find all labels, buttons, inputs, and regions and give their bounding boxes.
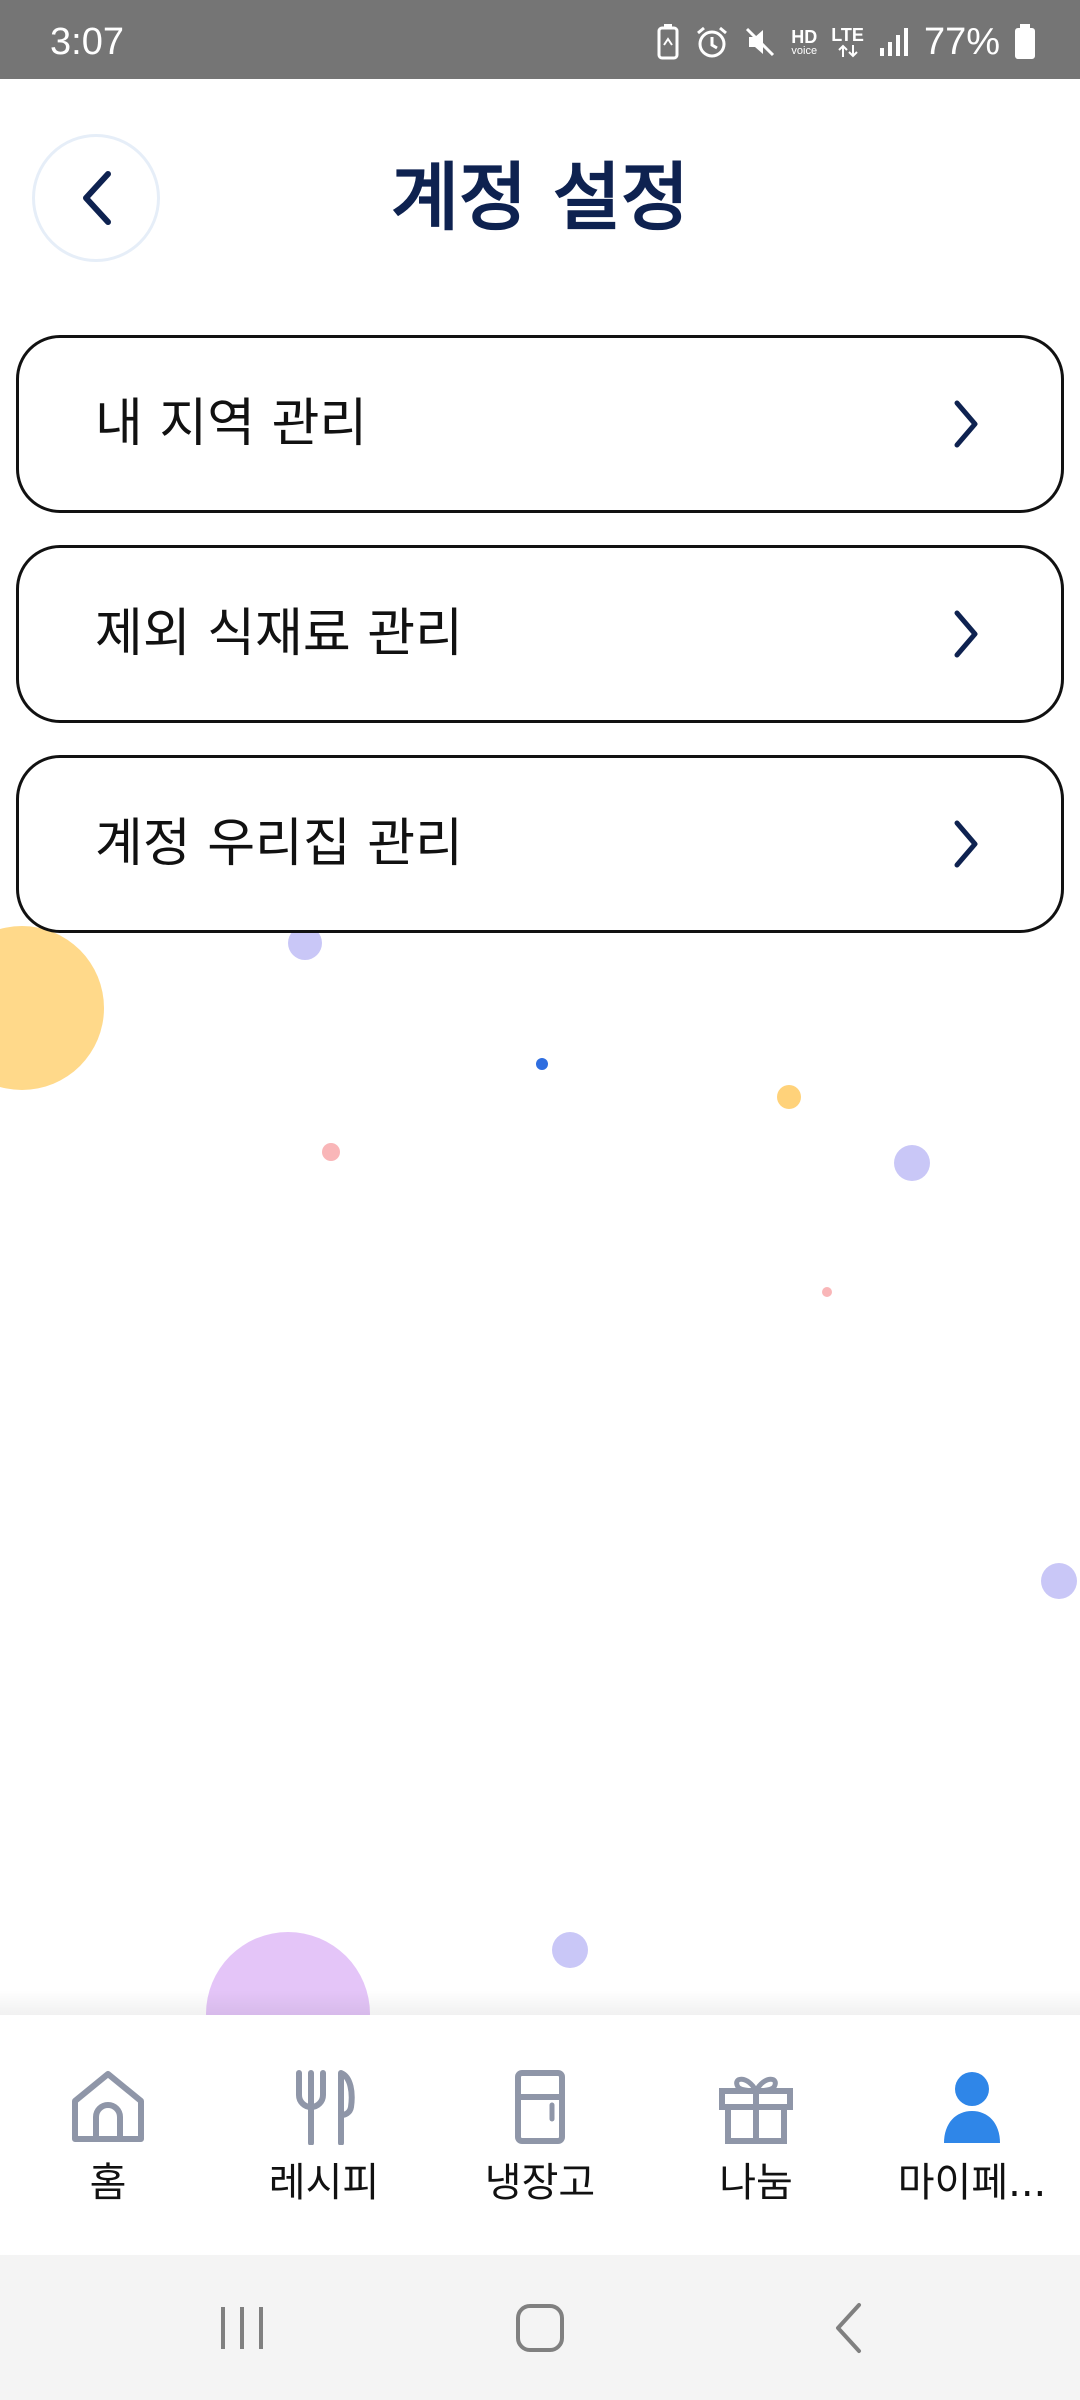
decorative-bubble	[0, 926, 104, 1090]
decorative-bubble	[552, 1932, 588, 1968]
menu-item-label: 계정 우리집 관리	[95, 814, 463, 874]
home-square-icon	[516, 2303, 564, 2352]
back-system-button[interactable]	[758, 2255, 938, 2400]
recent-apps-icon	[221, 2306, 263, 2349]
lte-indicator: LTE	[831, 26, 864, 58]
menu-item-excluded-ingredients[interactable]: 제외 식재료 관리	[16, 545, 1064, 723]
screen: 3:07 HD voice LTE 77% 계정 설정 내 지역 관리 제외 식…	[0, 0, 1080, 2400]
hd-sub-label: voice	[791, 44, 818, 57]
status-bar: 3:07 HD voice LTE 77%	[0, 0, 1080, 79]
fork-knife-icon	[291, 2063, 357, 2145]
decorative-bubble	[536, 1058, 548, 1070]
data-arrows-icon	[837, 44, 858, 58]
nav-label: 냉장고	[484, 2160, 596, 2206]
decorative-bubble	[822, 1287, 832, 1297]
menu-item-my-region[interactable]: 내 지역 관리	[16, 335, 1064, 513]
menu-item-label: 제외 식재료 관리	[95, 604, 463, 664]
mute-icon	[743, 25, 777, 59]
person-icon	[942, 2063, 1002, 2145]
bottom-nav: 홈 레시피 냉장고 나눔 마이페...	[0, 2015, 1080, 2255]
nav-label: 홈	[89, 2160, 127, 2206]
decorative-bubble	[894, 1145, 930, 1181]
nav-label: 나눔	[719, 2160, 793, 2206]
alarm-icon	[695, 25, 729, 59]
bottom-nav-shadow	[0, 1990, 1080, 2016]
nav-label: 마이페...	[897, 2160, 1047, 2206]
decorative-bubble	[777, 1085, 801, 1109]
fridge-icon	[514, 2063, 566, 2145]
nav-item-share[interactable]: 나눔	[648, 2063, 864, 2233]
chevron-right-icon	[954, 610, 978, 658]
gift-icon	[718, 2063, 794, 2145]
nav-item-fridge[interactable]: 냉장고	[432, 2063, 648, 2233]
battery-icon	[1014, 24, 1036, 60]
status-time: 3:07	[50, 21, 124, 63]
page-title: 계정 설정	[390, 155, 690, 241]
decorative-bubble	[322, 1143, 340, 1161]
home-icon	[69, 2063, 147, 2145]
decorative-bubble	[1041, 1563, 1077, 1599]
recent-apps-button[interactable]	[152, 2255, 332, 2400]
chevron-right-icon	[954, 400, 978, 448]
nav-item-mypage[interactable]: 마이페...	[864, 2063, 1080, 2233]
lte-label: LTE	[831, 25, 864, 45]
nav-item-home[interactable]: 홈	[0, 2063, 216, 2233]
nav-label: 레시피	[268, 2160, 380, 2206]
hd-label: HD	[791, 26, 818, 47]
menu-item-household[interactable]: 계정 우리집 관리	[16, 755, 1064, 933]
signal-icon	[878, 26, 910, 58]
menu-item-label: 내 지역 관리	[95, 394, 368, 454]
hd-voice-indicator: HD voice	[791, 28, 817, 57]
status-icons: HD voice LTE 77%	[655, 20, 1036, 64]
chevron-right-icon	[954, 820, 978, 868]
home-system-button[interactable]	[450, 2255, 630, 2400]
battery-percent: 77%	[923, 21, 1000, 63]
nav-item-recipe[interactable]: 레시피	[216, 2063, 432, 2233]
back-chevron-icon	[836, 2302, 861, 2353]
system-nav-bar	[0, 2255, 1080, 2400]
battery-saver-icon	[655, 24, 681, 60]
